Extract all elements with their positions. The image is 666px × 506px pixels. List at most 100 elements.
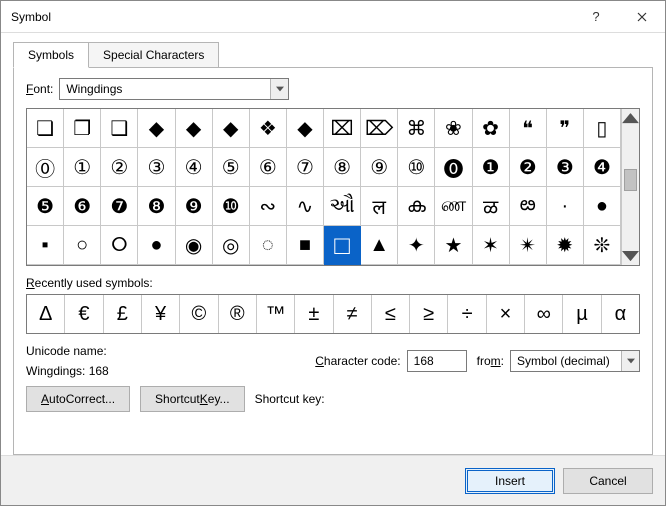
symbol-cell[interactable]: ★	[435, 226, 472, 265]
symbol-cell[interactable]: ⭘	[101, 226, 138, 265]
recent-symbol-cell[interactable]: α	[602, 295, 639, 333]
recent-symbol-cell[interactable]: ≥	[410, 295, 448, 333]
symbol-cell[interactable]: ळ	[473, 187, 510, 226]
symbol-cell[interactable]: ⑦	[287, 148, 324, 187]
symbol-cell[interactable]: ✿	[473, 109, 510, 148]
symbol-cell[interactable]: ⑩	[398, 148, 435, 187]
recent-symbol-cell[interactable]: Δ	[27, 295, 65, 333]
symbol-cell[interactable]: ❐	[64, 109, 101, 148]
recent-symbol-cell[interactable]: µ	[563, 295, 601, 333]
symbol-cell[interactable]: ✶	[473, 226, 510, 265]
symbol-cell[interactable]: ·	[547, 187, 584, 226]
symbol-cell[interactable]: ❾	[176, 187, 213, 226]
symbol-cell[interactable]: ◆	[213, 109, 250, 148]
symbol-cell[interactable]: ◉	[176, 226, 213, 265]
from-dropdown-button[interactable]	[621, 351, 639, 371]
recent-symbol-cell[interactable]: £	[104, 295, 142, 333]
symbol-cell[interactable]: ⌧	[324, 109, 361, 148]
symbol-cell[interactable]: ∾	[250, 187, 287, 226]
symbol-cell[interactable]: ❸	[547, 148, 584, 187]
recent-symbol-cell[interactable]: ±	[295, 295, 333, 333]
symbol-cell[interactable]: ◆	[138, 109, 175, 148]
recent-symbol-cell[interactable]: ×	[487, 295, 525, 333]
symbol-cell[interactable]: ఴ	[510, 187, 547, 226]
symbol-cell[interactable]: ◌	[250, 226, 287, 265]
help-button[interactable]: ?	[573, 1, 619, 33]
recent-symbol-cell[interactable]: ÷	[448, 295, 486, 333]
recent-symbol-cell[interactable]: ™	[257, 295, 295, 333]
symbol-cell[interactable]: ◆	[287, 109, 324, 148]
symbol-cell[interactable]: ▪	[27, 226, 64, 265]
symbol-cell[interactable]: ക	[398, 187, 435, 226]
scrollbar[interactable]	[621, 109, 639, 265]
symbol-cell[interactable]: ❏	[27, 109, 64, 148]
symbol-cell[interactable]: ल	[361, 187, 398, 226]
recent-symbol-cell[interactable]: ¥	[142, 295, 180, 333]
symbol-cell[interactable]: ▯	[584, 109, 621, 148]
shortcut-key-button[interactable]: Shortcut Key...	[140, 386, 245, 412]
symbol-cell[interactable]: ②	[101, 148, 138, 187]
recent-symbol-cell[interactable]: ©	[180, 295, 218, 333]
symbol-cell[interactable]: ▲	[361, 226, 398, 265]
symbol-cell[interactable]: ■	[287, 226, 324, 265]
symbol-cell[interactable]: ઔ	[324, 187, 361, 226]
symbol-cell[interactable]: ❹	[584, 148, 621, 187]
symbol-cell[interactable]: ●	[138, 226, 175, 265]
from-label: from:	[477, 354, 504, 368]
symbol-cell[interactable]: ✴	[510, 226, 547, 265]
char-code-input[interactable]	[407, 350, 467, 372]
symbol-cell[interactable]: ✦	[398, 226, 435, 265]
symbol-cell[interactable]: ◆	[176, 109, 213, 148]
symbol-cell[interactable]: ⓿	[435, 148, 472, 187]
symbol-cell[interactable]: ❼	[101, 187, 138, 226]
symbol-cell[interactable]: ⑥	[250, 148, 287, 187]
symbol-cell[interactable]: ⑧	[324, 148, 361, 187]
symbol-cell[interactable]: ◎	[213, 226, 250, 265]
symbol-cell[interactable]: ❑	[101, 109, 138, 148]
symbol-cell[interactable]: ●	[584, 187, 621, 226]
symbol-cell[interactable]: ⓪	[27, 148, 64, 187]
symbol-cell[interactable]: ❶	[473, 148, 510, 187]
recent-symbol-cell[interactable]: €	[65, 295, 103, 333]
cancel-button[interactable]: Cancel	[563, 468, 653, 494]
symbol-cell[interactable]: ③	[138, 148, 175, 187]
symbol-cell[interactable]: ❀	[435, 109, 472, 148]
symbol-cell[interactable]: ❊	[584, 226, 621, 265]
tab-symbols[interactable]: Symbols	[13, 42, 89, 68]
recent-symbol-cell[interactable]: ∞	[525, 295, 563, 333]
scroll-thumb[interactable]	[624, 169, 637, 191]
symbol-cell[interactable]: ⌦	[361, 109, 398, 148]
tab-special-characters[interactable]: Special Characters	[88, 42, 219, 68]
from-combo[interactable]: Symbol (decimal)	[510, 350, 640, 372]
symbol-cell[interactable]: ⑤	[213, 148, 250, 187]
symbol-cell[interactable]: ❻	[64, 187, 101, 226]
shortcut-key-label: Shortcut key:	[255, 392, 325, 406]
symbol-cell[interactable]: ❽	[138, 187, 175, 226]
symbol-cell[interactable]: ❷	[510, 148, 547, 187]
symbol-cell[interactable]: ❿	[213, 187, 250, 226]
symbol-cell[interactable]: ❝	[510, 109, 547, 148]
close-button[interactable]	[619, 1, 665, 33]
symbol-cell[interactable]: ⌘	[398, 109, 435, 148]
recent-symbol-cell[interactable]: ®	[219, 295, 257, 333]
symbol-cell[interactable]: ண	[435, 187, 472, 226]
symbol-cell[interactable]: ④	[176, 148, 213, 187]
font-dropdown-button[interactable]	[270, 79, 288, 99]
scroll-down-button[interactable]	[622, 247, 639, 265]
symbol-cell[interactable]: ❺	[27, 187, 64, 226]
symbol-cell[interactable]: ⑨	[361, 148, 398, 187]
symbol-cell[interactable]: ∿	[287, 187, 324, 226]
symbol-cell[interactable]: ❖	[250, 109, 287, 148]
font-combo[interactable]: Wingdings	[59, 78, 289, 100]
scroll-up-button[interactable]	[622, 109, 639, 127]
scroll-track[interactable]	[622, 127, 639, 247]
insert-button[interactable]: Insert	[465, 468, 555, 494]
symbol-cell[interactable]: ❞	[547, 109, 584, 148]
autocorrect-button[interactable]: AutoCorrect...	[26, 386, 130, 412]
symbol-cell[interactable]: ✹	[547, 226, 584, 265]
recent-symbol-cell[interactable]: ≠	[334, 295, 372, 333]
symbol-cell[interactable]: □	[324, 226, 361, 265]
recent-symbol-cell[interactable]: ≤	[372, 295, 410, 333]
symbol-cell[interactable]: ①	[64, 148, 101, 187]
symbol-cell[interactable]: ○	[64, 226, 101, 265]
